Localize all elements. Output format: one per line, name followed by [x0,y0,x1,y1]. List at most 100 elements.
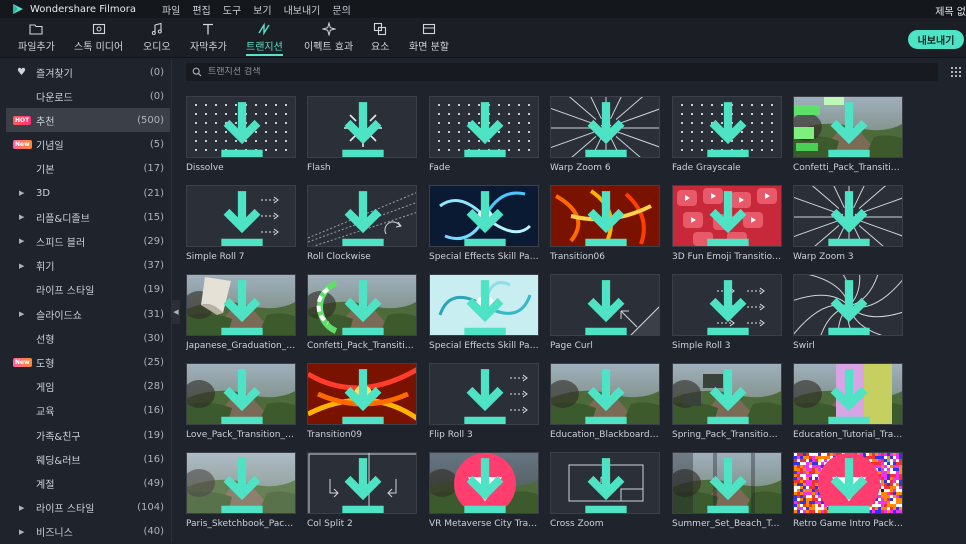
transition-card[interactable]: Spring_Pack_Transition_1 [672,363,782,440]
sidebar-item[interactable]: 웨딩&러브 (16) [6,447,170,471]
transition-card[interactable]: 3D Fun Emoji Transition ... [672,185,782,262]
transition-card[interactable]: Fade [429,96,539,173]
download-icon[interactable] [673,97,782,158]
transition-card[interactable]: Simple Roll 7 [186,185,296,262]
transition-thumbnail[interactable] [550,274,660,336]
transition-card[interactable]: Confetti_Pack_Transition_1 [307,274,417,351]
menu-edit[interactable]: 편집 [192,2,210,17]
transition-card[interactable]: VR Metaverse City Transi... [429,452,539,529]
transition-card[interactable]: Warp Zoom 6 [550,96,660,173]
expand-caret-icon[interactable]: ▶ [19,189,24,197]
sidebar-item[interactable]: 게임 (28) [6,375,170,399]
sidebar-item[interactable]: New 도형 (25) [6,350,170,374]
download-icon[interactable] [430,364,539,425]
transition-thumbnail[interactable] [550,96,660,158]
transition-card[interactable]: Japanese_Graduation_Pa... [186,274,296,351]
expand-caret-icon[interactable]: ▶ [19,528,24,536]
transition-card[interactable]: Dissolve [186,96,296,173]
sidebar-item[interactable]: ▶ 라이프 스타일 (104) [6,496,170,520]
transition-thumbnail[interactable] [307,185,417,247]
sidebar-item[interactable]: 라이프 스타일 (19) [6,278,170,302]
transition-card[interactable]: Col Split 2 [307,452,417,529]
transition-thumbnail[interactable] [429,96,539,158]
transition-card[interactable]: Confetti_Pack_Transition_2 [793,96,903,173]
transition-thumbnail[interactable] [186,363,296,425]
download-icon[interactable] [308,275,417,336]
sidebar-item[interactable]: HOT 추천 (500) [6,108,170,133]
download-icon[interactable] [551,97,660,158]
transition-thumbnail[interactable] [429,452,539,514]
sidebar-item[interactable]: ♥ 즐겨찾기 (0) [6,60,170,84]
sidebar-item[interactable]: ▶ 휘기 (37) [6,254,170,278]
tab-effects[interactable]: 이펙트 효과 [304,22,353,53]
menu-file[interactable]: 파일 [162,2,180,17]
transition-thumbnail[interactable] [793,452,903,514]
download-icon[interactable] [430,453,539,514]
transition-thumbnail[interactable] [307,96,417,158]
transition-card[interactable]: Love_Pack_Transition_01 [186,363,296,440]
transition-card[interactable]: Summer_Set_Beach_Tran... [672,452,782,529]
expand-caret-icon[interactable]: ▶ [19,310,24,318]
download-icon[interactable] [794,364,903,425]
sidebar-item[interactable]: ▶ 3D (21) [6,181,170,205]
download-icon[interactable] [794,275,903,336]
transition-thumbnail[interactable] [793,363,903,425]
transition-card[interactable]: Cross Zoom [550,452,660,529]
transition-thumbnail[interactable] [307,452,417,514]
tab-split-screen[interactable]: 화면 분할 [409,22,449,53]
sidebar-item[interactable]: ▶ 슬라이드쇼 (31) [6,302,170,326]
download-icon[interactable] [187,97,296,158]
transition-thumbnail[interactable] [429,363,539,425]
download-icon[interactable] [794,186,903,247]
transition-thumbnail[interactable] [307,363,417,425]
transition-card[interactable]: Education_Blackboard_P... [550,363,660,440]
tab-audio[interactable]: 오디오 [143,22,171,53]
transition-thumbnail[interactable] [672,274,782,336]
sidebar-item[interactable]: New 기념일 (5) [6,133,170,157]
transition-card[interactable]: Swirl [793,274,903,351]
transition-thumbnail[interactable] [429,185,539,247]
download-icon[interactable] [187,186,296,247]
transition-thumbnail[interactable] [186,274,296,336]
transition-card[interactable]: Flash [307,96,417,173]
transition-thumbnail[interactable] [793,274,903,336]
download-icon[interactable] [308,186,417,247]
download-icon[interactable] [308,453,417,514]
transition-card[interactable]: Paris_Sketchbook_Pack_T... [186,452,296,529]
sidebar-item[interactable]: 계절 (49) [6,471,170,495]
tab-stock-media[interactable]: 스톡 미디어 [74,22,123,53]
expand-caret-icon[interactable]: ▶ [19,504,24,512]
collapse-sidebar-button[interactable]: ◀ [172,300,180,324]
download-icon[interactable] [187,364,296,425]
sidebar-item[interactable]: ▶ 비즈니스 (40) [6,520,170,544]
download-icon[interactable] [308,364,417,425]
transition-card[interactable]: Roll Clockwise [307,185,417,262]
transition-card[interactable]: Page Curl [550,274,660,351]
sidebar-item[interactable]: 가족&친구 (19) [6,423,170,447]
export-button[interactable]: 내보내기 [908,30,964,49]
transition-thumbnail[interactable] [550,452,660,514]
sidebar-item[interactable]: ▶ 리플&디졸브 (15) [6,205,170,229]
download-icon[interactable] [430,97,539,158]
transition-thumbnail[interactable] [186,96,296,158]
transition-thumbnail[interactable] [186,185,296,247]
transition-card[interactable]: Retro Game Intro Pack T... [793,452,903,529]
download-icon[interactable] [551,364,660,425]
download-icon[interactable] [187,275,296,336]
transition-card[interactable]: Flip Roll 3 [429,363,539,440]
download-icon[interactable] [308,97,417,158]
transition-thumbnail[interactable] [672,185,782,247]
menu-view[interactable]: 보기 [253,2,271,17]
expand-caret-icon[interactable]: ▶ [19,262,24,270]
download-icon[interactable] [794,453,903,514]
download-icon[interactable] [673,364,782,425]
tab-transitions[interactable]: 트랜지션 [246,22,283,56]
tab-elements[interactable]: 요소 [371,22,389,53]
transition-thumbnail[interactable] [186,452,296,514]
transition-card[interactable]: Special Effects Skill Pack... [429,185,539,262]
transition-thumbnail[interactable] [672,96,782,158]
sidebar-item[interactable]: 다운로드 (0) [6,84,170,108]
transition-thumbnail[interactable] [672,452,782,514]
tab-import[interactable]: 파일추가 [18,22,55,53]
download-icon[interactable] [673,186,782,247]
